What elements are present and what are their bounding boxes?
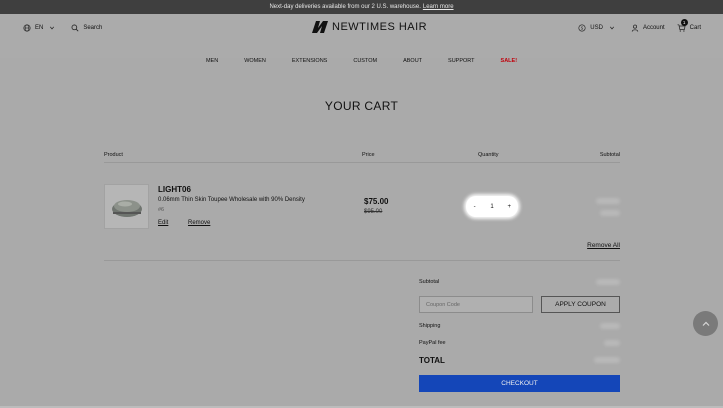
shipping-value-blurred <box>600 323 620 329</box>
total-label: TOTAL <box>419 356 445 365</box>
nav-about[interactable]: ABOUT <box>403 58 422 64</box>
subtotal-label: Subtotal <box>419 279 440 285</box>
svg-text:$: $ <box>581 26 584 31</box>
user-icon <box>631 24 639 32</box>
coupon-code-input[interactable]: Coupon Code <box>419 296 533 313</box>
search-icon <box>71 24 79 32</box>
column-product: Product <box>104 152 123 158</box>
quantity-stepper: - 1 + <box>466 196 518 217</box>
subtotal-value-blurred <box>596 279 620 285</box>
nav-men[interactable]: MEN <box>206 58 218 64</box>
total-value-blurred <box>594 357 620 363</box>
product-variant: #6 <box>158 207 165 213</box>
product-thumbnail[interactable] <box>104 184 149 229</box>
paypal-fee-label: PayPal fee <box>419 340 446 346</box>
language-selector[interactable]: EN <box>23 24 59 32</box>
site-header: EN Search NEWTIMES HAIR $ USD Account 1 … <box>0 14 723 64</box>
language-label: EN <box>35 25 44 31</box>
checkout-button[interactable]: CHECKOUT <box>419 375 620 392</box>
nav-support[interactable]: SUPPORT <box>448 58 475 64</box>
back-to-top-button[interactable] <box>693 311 718 336</box>
globe-icon <box>23 24 31 32</box>
cart-count-badge: 1 <box>680 19 688 26</box>
main-nav: MEN WOMEN EXTENSIONS CUSTOM ABOUT SUPPOR… <box>0 58 723 64</box>
nav-sale[interactable]: SALE! <box>501 58 518 64</box>
cart-label: Cart <box>689 25 701 31</box>
chevron-down-icon <box>609 26 615 30</box>
search-label: Search <box>83 25 103 31</box>
announcement-text: Next-day deliveries available from our 2… <box>269 4 421 10</box>
chevron-up-icon <box>702 321 709 326</box>
search-button[interactable]: Search <box>71 24 102 32</box>
chevron-down-icon <box>50 26 55 30</box>
quantity-value[interactable]: 1 <box>486 204 498 210</box>
item-price: $75.00 <box>364 197 389 206</box>
nav-extensions[interactable]: EXTENSIONS <box>292 58 327 64</box>
divider <box>104 260 620 261</box>
account-link[interactable]: Account <box>631 24 665 32</box>
edit-item-link[interactable]: Edit <box>158 220 168 226</box>
hairpiece-image-icon <box>112 200 142 217</box>
apply-coupon-button[interactable]: APPLY COUPON <box>541 296 620 313</box>
cart-link[interactable]: 1 Cart <box>677 19 701 32</box>
divider <box>104 162 620 163</box>
currency-icon: $ <box>578 24 586 32</box>
remove-item-link[interactable]: Remove <box>188 220 210 226</box>
item-subtotal-blurred <box>596 198 620 204</box>
currency-selector[interactable]: $ USD <box>578 24 619 32</box>
column-quantity: Quantity <box>478 152 499 158</box>
logo-text: NEWTIMES HAIR <box>332 21 428 33</box>
item-original-subtotal-blurred <box>600 210 620 216</box>
announcement-bar: Next-day deliveries available from our 2… <box>0 0 723 14</box>
column-price: Price <box>362 152 375 158</box>
page-title: YOUR CART <box>324 99 399 113</box>
currency-label: USD <box>590 25 603 31</box>
paypal-fee-value-blurred <box>604 340 620 346</box>
account-label: Account <box>642 25 665 31</box>
shipping-label: Shipping <box>419 323 441 329</box>
column-subtotal: Subtotal <box>599 152 620 158</box>
product-description: 0.06mm Thin Skin Toupee Wholesale with 9… <box>158 197 305 203</box>
logo-mark-icon <box>312 21 328 33</box>
nav-women[interactable]: WOMEN <box>244 58 266 64</box>
quantity-decrease-button[interactable]: - <box>469 204 481 210</box>
site-logo[interactable]: NEWTIMES HAIR <box>312 21 427 33</box>
nav-custom[interactable]: CUSTOM <box>353 58 377 64</box>
remove-all-link[interactable]: Remove All <box>587 242 620 249</box>
item-original-price: $95.00 <box>364 209 383 215</box>
learn-more-link[interactable]: Learn more <box>423 4 454 10</box>
product-name[interactable]: LIGHT06 <box>158 185 191 194</box>
quantity-increase-button[interactable]: + <box>503 204 515 210</box>
